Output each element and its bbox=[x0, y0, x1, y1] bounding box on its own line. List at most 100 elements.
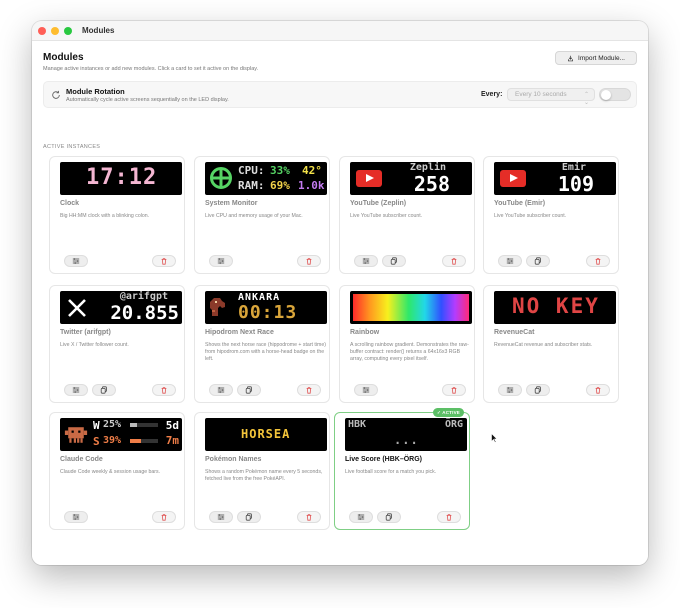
sliders-icon bbox=[217, 387, 225, 393]
module-rotation-panel: Module Rotation Automatically cycle acti… bbox=[43, 81, 637, 108]
card-duplicate-button[interactable] bbox=[377, 511, 401, 523]
card-duplicate-button[interactable] bbox=[237, 511, 261, 523]
rotation-subtitle: Automatically cycle active screens seque… bbox=[66, 97, 229, 103]
module-card-pokemon[interactable]: HORSEA Pokémon Names Shows a random Poké… bbox=[194, 412, 330, 530]
card-description: Big HH:MM clock with a blinking colon. bbox=[60, 213, 150, 219]
rotation-title: Module Rotation bbox=[66, 87, 125, 96]
rotation-interval-value: Every 10 seconds bbox=[515, 91, 567, 98]
card-title: Pokémon Names bbox=[205, 456, 262, 463]
card-duplicate-button[interactable] bbox=[237, 384, 261, 396]
every-label: Every: bbox=[481, 91, 503, 98]
card-duplicate-button[interactable] bbox=[92, 384, 116, 396]
card-settings-button[interactable] bbox=[354, 384, 378, 396]
card-settings-button[interactable] bbox=[209, 384, 233, 396]
led-subscriber-count: 109 bbox=[557, 172, 594, 195]
card-delete-button[interactable] bbox=[586, 384, 610, 396]
card-delete-button[interactable] bbox=[586, 255, 610, 267]
import-icon bbox=[568, 55, 573, 61]
active-badge: ✓ ACTIVE bbox=[433, 408, 464, 417]
led-preview: NO KEY bbox=[494, 291, 616, 324]
card-settings-button[interactable] bbox=[64, 384, 88, 396]
card-settings-button[interactable] bbox=[209, 255, 233, 267]
card-title: Clock bbox=[60, 200, 80, 207]
card-settings-button[interactable] bbox=[349, 511, 373, 523]
sliders-icon bbox=[72, 387, 80, 393]
card-delete-button[interactable] bbox=[152, 511, 176, 523]
trash-icon bbox=[161, 514, 167, 521]
sliders-icon bbox=[217, 514, 225, 520]
led-preview: W 25% S 39% 5d 7m bbox=[60, 418, 182, 451]
module-card-twitter[interactable]: @arifgpt 20.855 Twitter (arifgpt) Live X… bbox=[49, 285, 185, 403]
card-delete-button[interactable] bbox=[297, 255, 321, 267]
toggle-knob bbox=[601, 90, 611, 100]
card-duplicate-button[interactable] bbox=[526, 255, 550, 267]
trash-icon bbox=[451, 258, 457, 265]
rainbow-gradient bbox=[353, 294, 469, 321]
close-button[interactable] bbox=[38, 26, 46, 35]
copy-icon bbox=[390, 257, 397, 265]
card-delete-button[interactable] bbox=[152, 255, 176, 267]
led-home-team: HBK bbox=[348, 419, 367, 430]
card-duplicate-button[interactable] bbox=[526, 384, 550, 396]
page-subtitle: Manage active instances or add new modul… bbox=[43, 66, 259, 72]
card-delete-button[interactable] bbox=[152, 384, 176, 396]
card-settings-button[interactable] bbox=[354, 255, 378, 267]
module-card-revenuecat[interactable]: NO KEY RevenueCat RevenueCat revenue and… bbox=[483, 285, 619, 403]
card-settings-button[interactable] bbox=[498, 255, 522, 267]
led-session-value: 39% bbox=[103, 435, 122, 446]
copy-icon bbox=[245, 386, 252, 394]
card-title: Hipodrom Next Race bbox=[205, 329, 274, 336]
card-description: Live CPU and memory usage of your Mac. bbox=[205, 213, 303, 219]
youtube-logo-icon bbox=[500, 170, 526, 187]
card-title: Rainbow bbox=[350, 329, 380, 336]
led-weekly-value: 25% bbox=[103, 419, 122, 430]
sliders-icon bbox=[72, 514, 80, 520]
rotation-toggle[interactable] bbox=[599, 88, 631, 101]
card-duplicate-button[interactable] bbox=[382, 255, 406, 267]
module-card-live-score[interactable]: ✓ ACTIVE HBK ÖRG ... Live Score (HBK–ÖRG… bbox=[334, 408, 470, 530]
module-card-youtube-zeplin[interactable]: Zeplin 258 YouTube (Zeplin) Live YouTube… bbox=[339, 156, 475, 274]
weekly-usage-bar bbox=[130, 423, 158, 427]
sliders-icon bbox=[362, 258, 370, 264]
module-card-rainbow[interactable]: Rainbow A scrolling rainbow gradient. De… bbox=[339, 285, 475, 403]
copy-icon bbox=[100, 386, 107, 394]
led-temp-value: 42° bbox=[302, 164, 322, 177]
trash-icon bbox=[306, 514, 312, 521]
card-settings-button[interactable] bbox=[498, 384, 522, 396]
card-delete-button[interactable] bbox=[297, 511, 321, 523]
copy-icon bbox=[534, 257, 541, 265]
led-cpu-label: CPU: bbox=[238, 164, 265, 177]
led-preview: ANKARA 00:13 bbox=[205, 291, 327, 324]
trash-icon bbox=[446, 514, 452, 521]
led-session-time: 7m bbox=[165, 434, 179, 447]
card-title: YouTube (Zeplin) bbox=[350, 200, 407, 207]
card-settings-button[interactable] bbox=[209, 511, 233, 523]
card-delete-button[interactable] bbox=[442, 255, 466, 267]
module-card-youtube-emir[interactable]: Emir 109 YouTube (Emir) Live YouTube sub… bbox=[483, 156, 619, 274]
card-delete-button[interactable] bbox=[297, 384, 321, 396]
minimize-button[interactable] bbox=[51, 26, 59, 35]
card-description: Shows a random Pokémon name every 5 seco… bbox=[205, 469, 323, 482]
led-pokemon-name: HORSEA bbox=[241, 427, 291, 441]
zoom-button[interactable] bbox=[64, 26, 72, 35]
module-card-hipodrom[interactable]: ANKARA 00:13 Hipodrom Next Race Shows th… bbox=[194, 285, 330, 403]
card-settings-button[interactable] bbox=[64, 255, 88, 267]
youtube-logo-icon bbox=[356, 170, 382, 187]
import-module-button[interactable]: Import Module... bbox=[555, 51, 637, 65]
module-card-claude-code[interactable]: W 25% S 39% 5d 7m Claude Code Claude Cod… bbox=[49, 412, 185, 530]
led-preview: HORSEA bbox=[205, 418, 327, 451]
window-title: Modules bbox=[82, 26, 115, 35]
led-twitter-handle: @arifgpt bbox=[119, 291, 168, 302]
card-settings-button[interactable] bbox=[64, 511, 88, 523]
led-preview bbox=[350, 291, 472, 324]
mouse-cursor-icon bbox=[491, 433, 498, 443]
card-delete-button[interactable] bbox=[442, 384, 466, 396]
module-card-system-monitor[interactable]: CPU: 33% RAM: 69% 42° 1.0k System Monito… bbox=[194, 156, 330, 274]
led-preview: 17:12 bbox=[60, 162, 182, 195]
led-preview: HBK ÖRG ... bbox=[345, 418, 467, 451]
rotation-interval-select[interactable]: Every 10 seconds ⌃ ⌄ bbox=[507, 88, 595, 106]
led-subscriber-count: 258 bbox=[413, 172, 450, 195]
module-card-clock[interactable]: 17:12 Clock Big HH:MM clock with a blink… bbox=[49, 156, 185, 274]
sliders-icon bbox=[357, 514, 365, 520]
card-delete-button[interactable] bbox=[437, 511, 461, 523]
